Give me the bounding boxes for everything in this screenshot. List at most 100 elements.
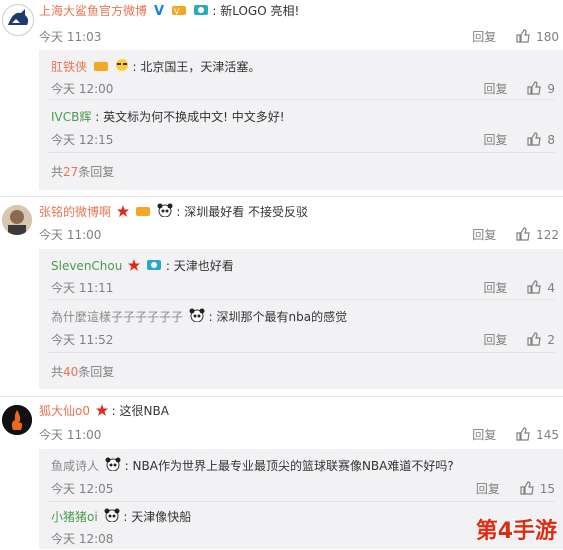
like-button[interactable]: 4 [527,280,555,295]
username[interactable]: 小猪猪oi [51,510,98,524]
thumbs-up-icon [527,280,542,294]
reply-item: 鱼咸诗人 : NBA作为世界上最专业最顶尖的篮球联赛像NBA难道不好吗? 今天 … [51,457,555,497]
like-count: 8 [547,133,555,147]
like-button[interactable]: 180 [516,29,559,44]
reply-button[interactable]: 回复 [472,426,496,443]
timestamp: 今天 11:52 [51,333,114,347]
like-count: 2 [547,333,555,347]
star-badge-icon [116,204,129,222]
star-badge-icon [128,258,141,276]
thumbs-up-icon [527,132,542,146]
username[interactable]: 鱼咸诗人 [51,459,99,473]
like-button[interactable]: 145 [516,427,559,442]
camera-badge-icon [146,258,162,276]
reply-item: SlevenChou : 天津也好看 今天 11:11 回复 4 [51,258,555,296]
username[interactable]: 上海大鲨鱼官方微博 [39,4,147,18]
like-button[interactable]: 15 [520,481,555,496]
thumbs-up-icon [516,427,530,441]
crown-badge-icon: V [171,3,187,21]
timestamp: 今天 11:00 [39,428,102,442]
reply-item: 肛铁侠 : 北京国王，天津活塞。 今天 12:00 回复 9 [51,58,555,97]
like-count: 122 [536,228,559,242]
thumbs-up-icon [516,227,530,241]
flame-logo-icon [2,405,32,435]
site-watermark: 第4手游 [475,519,557,544]
shark-logo-icon [4,6,32,34]
more-replies-link[interactable]: 共27条回复 [47,152,555,191]
comment-line: 上海大鲨鱼官方微博 V V : 新LOGO 亮相! [39,2,563,21]
comment-text: 深圳那个最有nba的感觉 [216,310,348,324]
avatar[interactable] [2,4,34,36]
user-photo-icon [2,205,32,235]
comment-line: 狐大仙o0 : 这很NBA [39,402,563,421]
reply-button[interactable]: 回复 [476,480,500,497]
like-count: 145 [536,428,559,442]
timestamp: 今天 12:08 [51,532,114,546]
username[interactable]: IVCB辉 [51,110,91,124]
more-suffix: 条回复 [78,165,115,179]
reply-button[interactable]: 回复 [484,279,508,296]
like-count: 9 [547,82,555,96]
comment-text: 天津像快船 [131,510,192,524]
avatar[interactable] [2,205,32,235]
comment-text: 北京国王，天津活塞。 [140,60,261,74]
more-prefix: 共 [51,365,64,379]
thumbs-up-icon [520,481,534,495]
like-button[interactable]: 122 [516,227,559,242]
divider [0,396,563,397]
verified-icon: V [153,3,165,21]
thumbs-up-icon [527,332,542,346]
reply-list: 肛铁侠 : 北京国王，天津活塞。 今天 12:00 回复 9 IVCB辉 : 英… [39,50,563,190]
timestamp: 今天 12:00 [51,82,114,96]
more-replies-link[interactable]: 共40条回复 [47,352,555,391]
comment-text: 深圳最好看 不接受反驳 [184,205,309,219]
panda-emoji-icon [105,457,121,476]
thumbs-up-icon [527,81,542,95]
avatar[interactable] [2,405,32,435]
reply-button[interactable]: 回复 [472,226,496,243]
like-button[interactable]: 9 [527,81,555,96]
like-button[interactable]: 2 [527,332,555,347]
reply-button[interactable]: 回复 [484,331,508,348]
reply-item: 為什麼這樣子子子子子子 : 深圳那个最有nba的感觉 今天 11:52 回复 2 [47,299,555,352]
timestamp: 今天 12:05 [51,482,114,496]
reply-item: IVCB辉 : 英文标为何不换成中文! 中文多好! 今天 12:15 回复 8 [47,99,555,152]
camera-badge-icon [193,3,209,21]
comment-line: 张铭的微博啊 : 深圳最好看 不接受反驳 [39,203,563,222]
comment-text: 新LOGO 亮相! [220,4,300,18]
reply-list: SlevenChou : 天津也好看 今天 11:11 回复 4 為什麼這樣子子… [39,249,563,389]
reply-button[interactable]: 回复 [472,28,496,45]
svg-text:V: V [174,7,180,16]
crown-badge-icon [135,204,151,222]
reply-button[interactable]: 回复 [484,80,508,97]
panda-emoji-icon [189,308,205,327]
reply-button[interactable]: 回复 [484,131,508,148]
svg-text:V: V [154,4,164,16]
username[interactable]: SlevenChou [51,259,122,273]
divider [0,196,563,197]
like-count: 15 [539,482,555,496]
username[interactable]: 狐大仙o0 [39,404,90,418]
comment-text: 这很NBA [119,404,169,418]
timestamp: 今天 11:00 [39,228,102,242]
more-count: 27 [63,165,79,179]
panda-emoji-icon [104,508,120,527]
comment-text: 天津也好看 [173,259,234,273]
more-prefix: 共 [51,165,64,179]
more-count: 40 [63,365,79,379]
crown-badge-icon [93,59,109,77]
like-count: 4 [547,281,555,295]
thumbs-up-icon [516,29,530,43]
star-badge-icon [95,403,108,421]
more-suffix: 条回复 [78,365,115,379]
username[interactable]: 為什麼這樣子子子子子子 [51,310,183,324]
like-button[interactable]: 8 [527,132,555,147]
panda-emoji-icon [157,203,173,222]
sunglasses-emoji-icon [115,58,129,77]
comment-text: 英文标为何不换成中文! 中文多好! [103,110,285,124]
username[interactable]: 张铭的微博啊 [39,205,111,219]
like-count: 180 [536,30,559,44]
comment-text: NBA作为世界上最专业最顶尖的篮球联赛像NBA难道不好吗? [132,459,454,473]
username[interactable]: 肛铁侠 [51,60,87,74]
timestamp: 今天 11:03 [39,30,102,44]
